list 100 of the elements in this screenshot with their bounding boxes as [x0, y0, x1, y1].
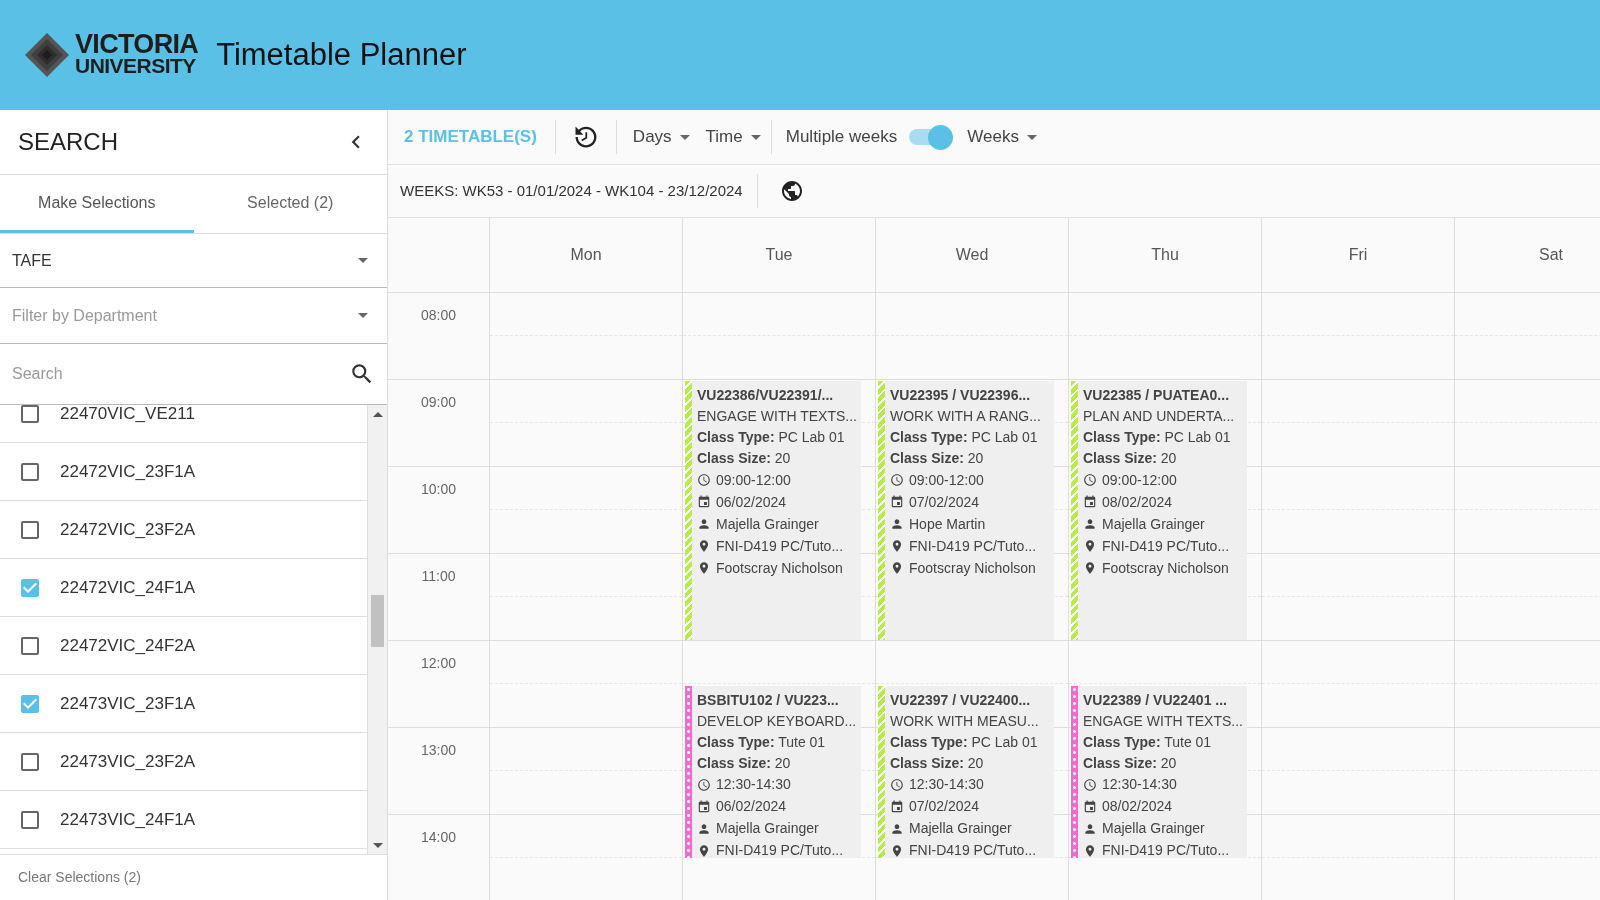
time-label: 13:00 [420, 741, 456, 760]
brand-name: VICTORIA [75, 34, 199, 55]
class-code: VU22386/VU22391/... [697, 386, 835, 405]
class-time: 12:30-14:30 [909, 775, 984, 794]
time-dropdown[interactable]: Time [689, 124, 771, 150]
class-title: WORK WITH A RANG... [890, 407, 1041, 426]
staff-name: Hope Martin [909, 514, 986, 534]
staff-name: Majella Grainger [716, 514, 819, 534]
caret-icon [750, 134, 761, 140]
selection-row[interactable]: 22472VIC_24F1A [0, 559, 367, 617]
caret-icon [372, 411, 383, 417]
class-size: Class Size: 20 [1083, 449, 1178, 468]
selection-label: 22473VIC_24F1A [60, 808, 196, 831]
location-pin-icon [697, 561, 711, 575]
location-pin-icon [1083, 539, 1097, 553]
day-header: Thu [1151, 245, 1179, 265]
clock-icon [697, 777, 711, 792]
class-date: 07/02/2024 [909, 797, 980, 816]
selection-label: 22473VIC_23F2A [60, 750, 196, 773]
selection-label: 22472VIC_23F2A [60, 518, 196, 541]
location-pin-icon [1083, 561, 1097, 575]
class-time: 09:00-12:00 [909, 470, 984, 490]
staff-name: Majella Grainger [1102, 514, 1205, 534]
class-code: VU22395 / VU22396... [890, 386, 1032, 405]
clock-icon [890, 777, 904, 792]
calendar-icon [1083, 799, 1097, 814]
time-label: 11:00 [421, 567, 456, 586]
search-field[interactable]: Search [12, 362, 349, 386]
day-header: Tue [765, 245, 793, 265]
class-time: 12:30-14:30 [716, 775, 791, 794]
clock-icon [697, 473, 711, 487]
calendar-icon [890, 799, 904, 814]
class-card[interactable]: VU22397 / VU22400... WORK WITH MEASU... Class Type: PC Lab 01 Class Size: 20 12:30-14:30 07/02/2024 Majella Grainger FNI-D419 PC/Tuto... [878, 685, 1054, 858]
time-label: 10:00 [420, 480, 456, 499]
caret-icon [358, 258, 368, 263]
campus-name: Footscray Nicholson [909, 558, 1036, 578]
class-type: Class Type: Tute 01 [697, 732, 827, 752]
class-code: VU22397 / VU22400... [890, 690, 1032, 710]
campus-name: Footscray Nicholson [1102, 558, 1229, 578]
person-icon [1083, 517, 1097, 531]
room-name: FNI-D419 PC/Tuto... [909, 841, 1037, 858]
class-type: Class Type: PC Lab 01 [697, 428, 846, 447]
class-card[interactable]: VU22386/VU22391/... ENGAGE WITH TEXTS... Class Type: PC Lab 01 Class Size: 20 09:00-12:00 06/02/2024 Majella Grainger FNI-D419 PC/Tuto... Footscray Nicholson [685, 381, 861, 640]
checkbox[interactable] [18, 405, 42, 426]
caret-icon [679, 134, 690, 140]
panel-tab[interactable]: Make Selections [0, 175, 194, 233]
location-pin-icon [890, 843, 904, 858]
time-label: 14:00 [420, 828, 456, 847]
class-size: Class Size: 20 [697, 753, 792, 773]
scrollbar[interactable] [367, 405, 387, 854]
campus-name: Footscray Nicholson [716, 558, 843, 578]
clear-selections-button[interactable]: Clear Selections (2) [18, 867, 141, 888]
class-code: VU22389 / VU22401 ... [1083, 690, 1228, 710]
panel-tab[interactable]: Selected (2) [193, 175, 387, 233]
selection-label: 22472VIC_24F1A [60, 576, 196, 599]
class-card[interactable]: BSBITU102 / VU223... DEVELOP KEYBOARD... Class Type: Tute 01 Class Size: 20 12:30-14:30 06/02/2024 Majella Grainger FNI-D419 PC/Tuto... [685, 685, 861, 858]
class-size: Class Size: 20 [890, 753, 985, 773]
selection-row[interactable]: 22470VIC_VE211 [0, 405, 367, 443]
brand-name: UNIVERSITY [75, 55, 197, 76]
class-code: BSBITU102 / VU223... [697, 690, 840, 710]
days-dropdown[interactable]: Days [616, 124, 690, 150]
clock-icon [1083, 777, 1097, 792]
caret-icon [358, 313, 368, 318]
class-date: 08/02/2024 [1102, 797, 1173, 816]
room-name: FNI-D419 PC/Tuto... [1102, 536, 1230, 556]
selection-row[interactable]: 22473VIC_23F1A [0, 675, 367, 733]
class-code: VU22385 / PUATEA0... [1083, 386, 1231, 405]
multiple-weeks-toggle[interactable] [909, 124, 954, 150]
diamond-logo-icon [25, 33, 69, 77]
weeks-dropdown[interactable]: Weeks [953, 124, 1037, 150]
calendar-icon [697, 799, 711, 814]
class-type: Class Type: Tute 01 [1083, 732, 1213, 752]
category-dropdown[interactable]: TAFE [0, 234, 387, 288]
location-pin-icon [697, 843, 711, 858]
calendar-icon [890, 495, 904, 509]
room-name: FNI-D419 PC/Tuto... [716, 841, 844, 858]
panel-title: SEARCH [18, 127, 119, 157]
calendar-icon [697, 495, 711, 509]
class-size: Class Size: 20 [697, 449, 792, 468]
selection-label: 22472VIC_23F1A [60, 460, 196, 483]
class-type: Class Type: PC Lab 01 [890, 428, 1039, 447]
room-name: FNI-D419 PC/Tuto... [909, 536, 1037, 556]
staff-name: Majella Grainger [716, 819, 819, 838]
class-time: 12:30-14:30 [1102, 775, 1177, 794]
class-title: ENGAGE WITH TEXTS... [697, 407, 857, 426]
room-name: FNI-D419 PC/Tuto... [1102, 841, 1230, 858]
scrollbar-thumb[interactable] [371, 595, 384, 647]
location-pin-icon [1083, 843, 1097, 858]
location-pin-icon [890, 539, 904, 553]
class-date: 06/02/2024 [716, 492, 787, 512]
class-card[interactable]: VU22389 / VU22401 ... ENGAGE WITH TEXTS... Class Type: Tute 01 Class Size: 20 12:30-14:30 08/02/2024 Majella Grainger FNI-D419 PC/Tuto... [1071, 685, 1247, 858]
class-size: Class Size: 20 [1083, 753, 1178, 773]
class-card[interactable]: VU22395 / VU22396... WORK WITH A RANG... Class Type: PC Lab 01 Class Size: 20 09:00-12:00 07/02/2024 Hope Martin FNI-D419 PC/Tuto... Footscray Nicholson [878, 381, 1054, 640]
day-header: Fri [1348, 245, 1368, 265]
class-title: DEVELOP KEYBOARD... [697, 711, 857, 731]
day-header: Mon [570, 245, 602, 265]
class-card[interactable]: VU22385 / PUATEA0... PLAN AND UNDERTA... Class Type: PC Lab 01 Class Size: 20 09:00-12:00 08/02/2024 Majella Grainger FNI-D419 PC/Tuto... Footscray Nicholson [1071, 381, 1247, 640]
class-time: 09:00-12:00 [716, 470, 791, 490]
time-label: 08:00 [420, 306, 456, 325]
selection-label: 22473VIC_23F1A [60, 692, 196, 715]
